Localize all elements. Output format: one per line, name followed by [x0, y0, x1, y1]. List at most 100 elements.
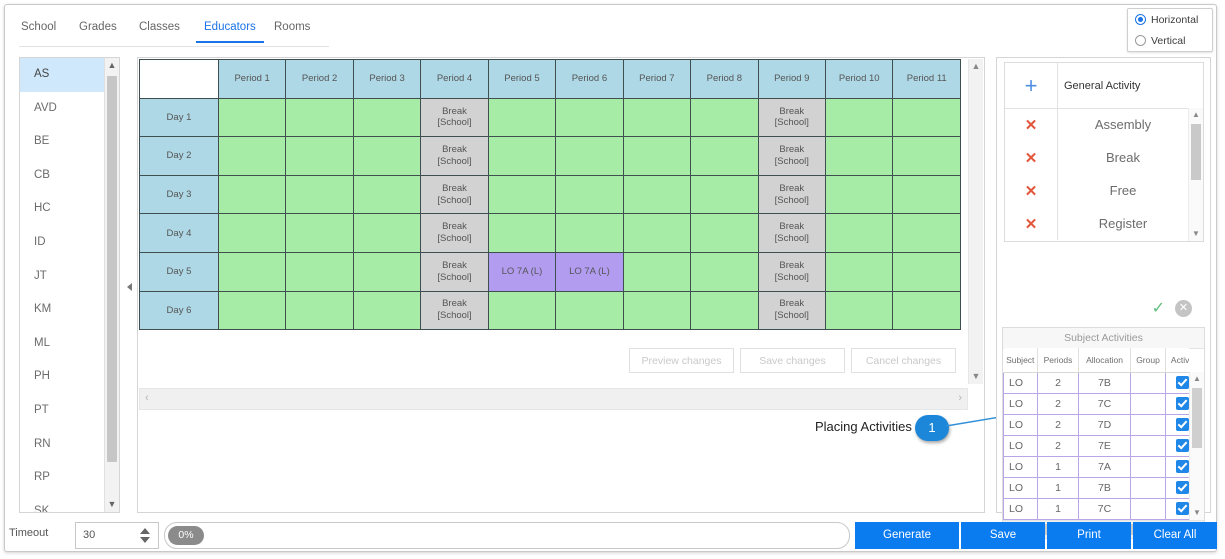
- empty-slot-cell[interactable]: [352, 251, 422, 292]
- educator-item-rn[interactable]: RN: [20, 428, 104, 462]
- empty-slot-cell[interactable]: [622, 136, 692, 176]
- tab-educators[interactable]: Educators: [196, 18, 264, 43]
- empty-slot-cell[interactable]: [217, 174, 287, 215]
- subject-activities-table[interactable]: SubjectPeriodsAllocationGroupActiveLO27B…: [1003, 348, 1189, 520]
- radio-vertical-icon[interactable]: [1135, 35, 1146, 46]
- educator-item-pt[interactable]: PT: [20, 394, 104, 428]
- break-cell[interactable]: Break [School]: [420, 213, 489, 253]
- empty-slot-cell[interactable]: [285, 136, 354, 176]
- table-row[interactable]: LO 1 7C: [1003, 498, 1189, 520]
- general-activity-row[interactable]: ✕ Assembly: [1005, 108, 1188, 141]
- break-cell[interactable]: Break [School]: [420, 97, 489, 138]
- empty-slot-cell[interactable]: [285, 290, 354, 331]
- educator-item-avd[interactable]: AVD: [20, 92, 104, 126]
- plus-icon[interactable]: +: [1005, 74, 1057, 97]
- table-row[interactable]: LO 1 7B: [1003, 477, 1189, 499]
- educator-item-rp[interactable]: RP: [20, 461, 104, 495]
- empty-slot-cell[interactable]: [690, 174, 759, 215]
- general-activity-row[interactable]: ✕ Free: [1005, 174, 1188, 207]
- active-checkbox[interactable]: [1176, 439, 1189, 452]
- grid-scroll-right-icon[interactable]: ›: [958, 392, 962, 404]
- generate-button[interactable]: Generate: [855, 522, 959, 549]
- empty-slot-cell[interactable]: [824, 251, 894, 292]
- break-cell[interactable]: Break [School]: [757, 251, 827, 292]
- educator-item-ml[interactable]: ML: [20, 327, 104, 361]
- empty-slot-cell[interactable]: [622, 174, 692, 215]
- empty-slot-cell[interactable]: [892, 251, 961, 292]
- general-activity-row[interactable]: ✕ Register: [1005, 207, 1188, 240]
- x-icon[interactable]: ✕: [1005, 149, 1057, 167]
- cell-active[interactable]: [1165, 498, 1189, 520]
- empty-slot-cell[interactable]: [824, 136, 894, 176]
- educator-item-km[interactable]: KM: [20, 293, 104, 327]
- empty-slot-cell[interactable]: [352, 213, 422, 253]
- empty-slot-cell[interactable]: [892, 213, 961, 253]
- break-cell[interactable]: Break [School]: [757, 97, 827, 138]
- tab-classes[interactable]: Classes: [137, 18, 182, 36]
- timetable-grid[interactable]: Period 1 Period 2 Period 3 Period 4 Period 5…: [139, 59, 961, 331]
- ga-scroll-up-icon[interactable]: ▲: [1189, 108, 1203, 122]
- empty-slot-cell[interactable]: [285, 251, 354, 292]
- empty-slot-cell[interactable]: [285, 213, 354, 253]
- subject-activities-vscrollbar[interactable]: ▲ ▼: [1189, 372, 1204, 520]
- cell-active[interactable]: [1165, 435, 1189, 457]
- educator-item-jt[interactable]: JT: [20, 260, 104, 294]
- activity-cell[interactable]: LO 7A (L): [555, 251, 624, 292]
- empty-slot-cell[interactable]: [217, 290, 287, 331]
- radio-horizontal[interactable]: Horizontal: [1128, 9, 1212, 30]
- break-cell[interactable]: Break [School]: [420, 174, 489, 215]
- empty-slot-cell[interactable]: [690, 251, 759, 292]
- timetable-vertical-scrollbar[interactable]: ▲ ▼: [968, 59, 983, 384]
- stepper-down-icon[interactable]: [140, 537, 150, 543]
- empty-slot-cell[interactable]: [824, 290, 894, 331]
- empty-slot-cell[interactable]: [555, 97, 624, 138]
- empty-slot-cell[interactable]: [352, 174, 422, 215]
- break-cell[interactable]: Break [School]: [757, 290, 827, 331]
- educator-item-sk[interactable]: SK: [20, 495, 104, 512]
- educator-item-cb[interactable]: CB: [20, 159, 104, 193]
- table-row[interactable]: LO 2 7E: [1003, 435, 1189, 457]
- educator-item-ph[interactable]: PH: [20, 360, 104, 394]
- educator-list[interactable]: ASAVDBECBHCIDJTKMMLPHPTRNRPSKSMST: [20, 58, 104, 512]
- tab-rooms[interactable]: Rooms: [272, 18, 312, 36]
- timeout-value[interactable]: 30: [83, 529, 95, 541]
- empty-slot-cell[interactable]: [217, 251, 287, 292]
- empty-slot-cell[interactable]: [824, 213, 894, 253]
- empty-slot-cell[interactable]: [824, 97, 894, 138]
- active-checkbox[interactable]: [1176, 502, 1189, 515]
- educator-list-scrollbar[interactable]: ▲ ▼: [104, 58, 119, 512]
- check-icon[interactable]: ✓: [1152, 298, 1165, 318]
- educator-item-id[interactable]: ID: [20, 226, 104, 260]
- x-icon[interactable]: ✕: [1005, 182, 1057, 200]
- close-circle-icon[interactable]: ✕: [1175, 300, 1192, 318]
- cell-active[interactable]: [1165, 372, 1189, 394]
- educator-item-as[interactable]: AS: [20, 58, 104, 92]
- table-row[interactable]: LO 2 7D: [1003, 414, 1189, 436]
- save-changes-button[interactable]: Save changes: [740, 348, 845, 373]
- empty-slot-cell[interactable]: [892, 174, 961, 215]
- cell-active[interactable]: [1165, 456, 1189, 478]
- empty-slot-cell[interactable]: [285, 97, 354, 138]
- grid-scroll-left-icon[interactable]: ‹: [145, 392, 149, 404]
- ga-scrollbar-thumb[interactable]: [1191, 124, 1201, 180]
- tab-school[interactable]: School: [19, 18, 58, 36]
- empty-slot-cell[interactable]: [892, 136, 961, 176]
- empty-slot-cell[interactable]: [892, 290, 961, 331]
- cell-active[interactable]: [1165, 414, 1189, 436]
- collapse-panel-arrow-icon[interactable]: [125, 280, 134, 294]
- sa-scrollbar-thumb[interactable]: [1192, 388, 1202, 448]
- empty-slot-cell[interactable]: [352, 97, 422, 138]
- active-checkbox[interactable]: [1176, 376, 1189, 389]
- break-cell[interactable]: Break [School]: [420, 290, 489, 331]
- table-row[interactable]: LO 1 7A: [1003, 456, 1189, 478]
- empty-slot-cell[interactable]: [690, 290, 759, 331]
- active-checkbox[interactable]: [1176, 460, 1189, 473]
- empty-slot-cell[interactable]: [555, 136, 624, 176]
- break-cell[interactable]: Break [School]: [420, 136, 489, 176]
- scroll-up-icon[interactable]: ▲: [105, 58, 119, 73]
- empty-slot-cell[interactable]: [622, 290, 692, 331]
- empty-slot-cell[interactable]: [487, 97, 557, 138]
- empty-slot-cell[interactable]: [824, 174, 894, 215]
- empty-slot-cell[interactable]: [285, 174, 354, 215]
- activity-cell[interactable]: LO 7A (L): [487, 251, 557, 292]
